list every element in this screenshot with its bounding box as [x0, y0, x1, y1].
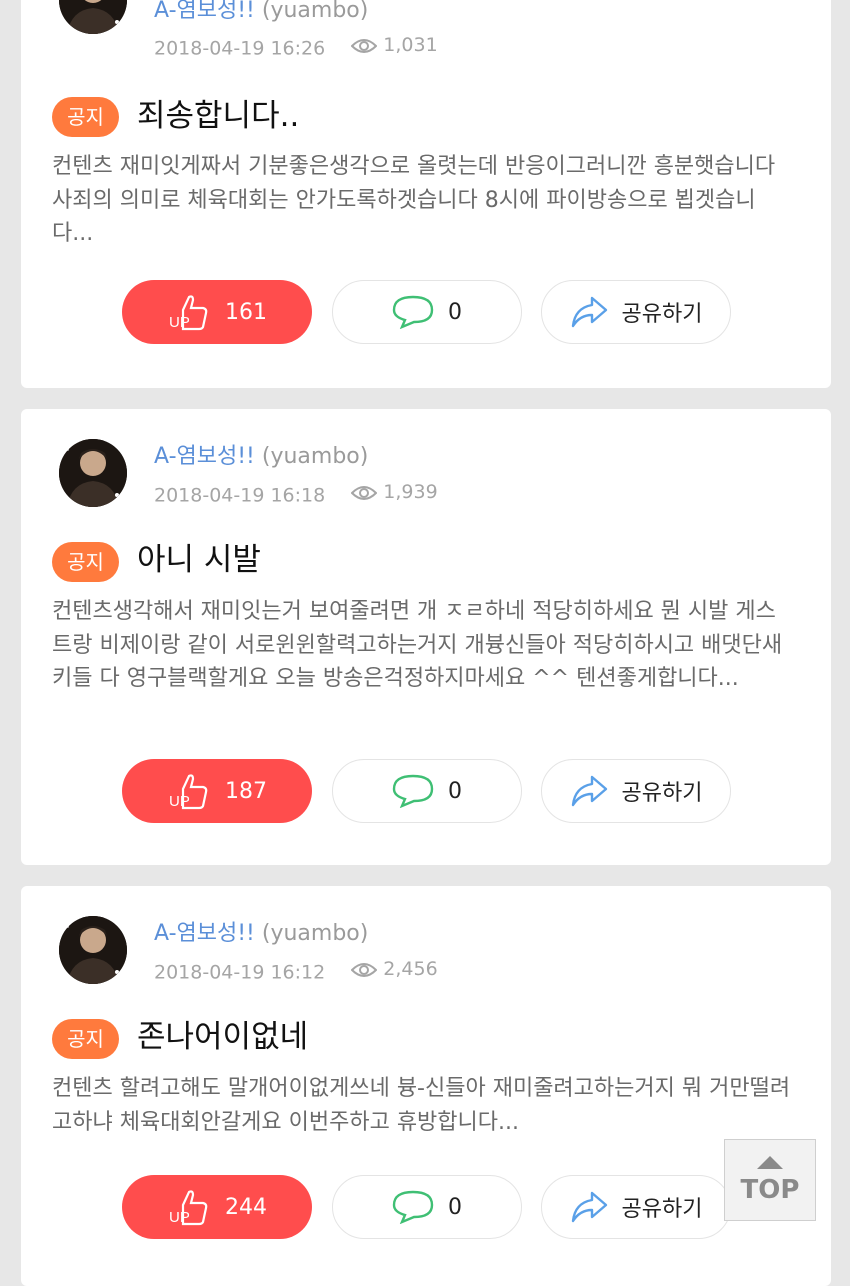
share-arrow-icon: [570, 296, 608, 328]
scroll-top-button[interactable]: TOP: [724, 1139, 816, 1221]
notice-badge: 공지: [52, 97, 119, 137]
post-body[interactable]: 컨텐츠 할려고해도 말개어이없게쓰네 븅-신들아 재미줄려고하는거지 뭐 거만떨…: [52, 1072, 792, 1139]
up-button[interactable]: UP 161: [122, 280, 312, 344]
post-meta: 2018-04-19 16:12 2,456: [154, 960, 438, 983]
svg-text:UP: UP: [169, 793, 190, 810]
post-date: 2018-04-19 16:12: [154, 961, 326, 984]
avatar[interactable]: [59, 439, 127, 507]
comment-count: 0: [448, 299, 462, 325]
notice-badge: 공지: [52, 542, 119, 582]
share-label: 공유하기: [621, 302, 703, 327]
post-card: A-염보성!! (yuambo) 2018-04-19 16:26 1,031 …: [21, 0, 831, 388]
post-date: 2018-04-19 16:26: [154, 37, 326, 60]
view-count: 1,939: [351, 483, 438, 502]
up-button[interactable]: UP 244: [122, 1175, 312, 1239]
speech-bubble-icon: [392, 1190, 434, 1224]
share-arrow-icon: [570, 775, 608, 807]
up-count: 161: [225, 299, 267, 325]
view-count: 1,031: [351, 36, 438, 55]
scroll-top-label: TOP: [740, 1174, 800, 1205]
post-meta: 2018-04-19 16:26 1,031: [154, 36, 438, 59]
share-button[interactable]: 공유하기: [541, 759, 731, 823]
up-count: 187: [225, 778, 267, 804]
comment-button[interactable]: 0: [332, 280, 522, 344]
share-arrow-icon: [570, 1191, 608, 1223]
thumbs-up-icon: UP: [167, 771, 211, 811]
svg-text:UP: UP: [169, 1209, 190, 1226]
avatar[interactable]: [59, 0, 127, 34]
comment-button[interactable]: 0: [332, 1175, 522, 1239]
arrow-up-icon: [757, 1155, 783, 1169]
comment-count: 0: [448, 1194, 462, 1220]
eye-icon: [351, 38, 378, 53]
up-button[interactable]: UP 187: [122, 759, 312, 823]
post-body[interactable]: 컨텐츠생각해서 재미잇는거 보여줄려면 개 ㅈㄹ하네 적당히하세요 뭔 시발 게…: [52, 595, 792, 696]
author-name[interactable]: A-염보성!! (yuambo): [154, 923, 368, 945]
post-body[interactable]: 컨텐츠 재미잇게짜서 기분좋은생각으로 올렷는데 반응이그러니깐 흥분햇습니다 …: [52, 150, 792, 251]
speech-bubble-icon: [392, 774, 434, 808]
eye-icon: [351, 485, 378, 500]
comment-count: 0: [448, 778, 462, 804]
share-button[interactable]: 공유하기: [541, 280, 731, 344]
comment-button[interactable]: 0: [332, 759, 522, 823]
share-button[interactable]: 공유하기: [541, 1175, 731, 1239]
post-date: 2018-04-19 16:18: [154, 484, 326, 507]
view-count: 2,456: [351, 960, 438, 979]
share-label: 공유하기: [621, 781, 703, 806]
author-name[interactable]: A-염보성!! (yuambo): [154, 446, 368, 468]
up-count: 244: [225, 1194, 267, 1220]
post-title[interactable]: 존나어이없네: [137, 1022, 308, 1053]
post-meta: 2018-04-19 16:18 1,939: [154, 483, 438, 506]
thumbs-up-icon: UP: [167, 1187, 211, 1227]
notice-badge: 공지: [52, 1019, 119, 1059]
post-title[interactable]: 아니 시발: [137, 545, 261, 576]
post-card: A-염보성!! (yuambo) 2018-04-19 16:12 2,456 …: [21, 886, 831, 1286]
post-title[interactable]: 죄송합니다..: [137, 101, 299, 132]
share-label: 공유하기: [621, 1197, 703, 1222]
avatar[interactable]: [59, 916, 127, 984]
thumbs-up-icon: UP: [167, 292, 211, 332]
eye-icon: [351, 962, 378, 977]
speech-bubble-icon: [392, 295, 434, 329]
svg-text:UP: UP: [169, 314, 190, 331]
post-card: A-염보성!! (yuambo) 2018-04-19 16:18 1,939 …: [21, 409, 831, 865]
author-name[interactable]: A-염보성!! (yuambo): [154, 0, 368, 22]
